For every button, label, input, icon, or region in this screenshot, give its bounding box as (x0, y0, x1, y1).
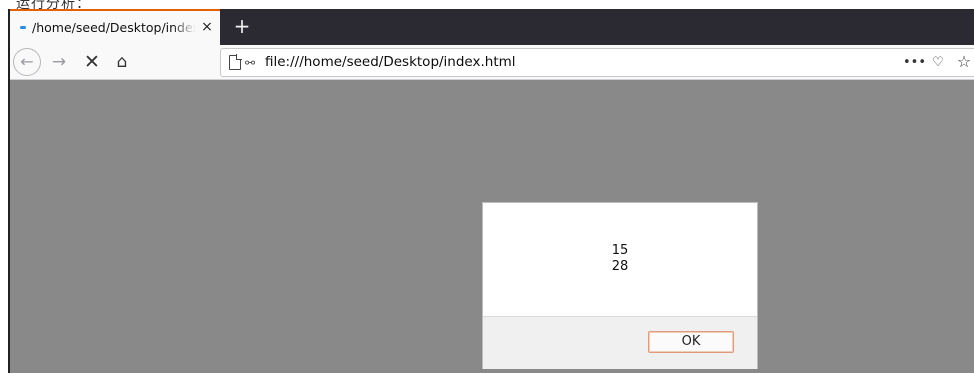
home-icon[interactable]: ⌂ (108, 49, 136, 75)
new-tab-icon[interactable]: + (230, 14, 254, 38)
back-icon[interactable]: ← (13, 48, 41, 76)
page-content: 15 28 OK (10, 80, 974, 373)
tab-bar: /home/seed/Desktop/index.html × + (10, 9, 974, 45)
loading-indicator-icon (20, 26, 26, 29)
bookmark-star-icon[interactable]: ☆ (954, 52, 974, 72)
forward-icon[interactable]: → (45, 49, 73, 75)
stop-icon[interactable]: ✕ (78, 49, 106, 75)
pocket-icon[interactable]: ♡ (929, 54, 947, 72)
page-info-icon[interactable] (229, 54, 242, 70)
page-actions-icon[interactable]: ••• (903, 54, 926, 72)
tab-close-icon[interactable]: × (199, 18, 215, 36)
alert-footer: OK (483, 317, 757, 369)
ok-button[interactable]: OK (648, 331, 734, 353)
tab-title: /home/seed/Desktop/index.html (32, 20, 196, 35)
url-text[interactable]: file:///home/seed/Desktop/index.html (265, 54, 516, 70)
alert-dialog: 15 28 OK (482, 202, 758, 369)
tab-active[interactable]: /home/seed/Desktop/index.html × (10, 9, 220, 45)
url-bar[interactable]: ⚯ file:///home/seed/Desktop/index.html •… (220, 48, 974, 77)
permissions-icon[interactable]: ⚯ (245, 55, 259, 71)
alert-message-line: 28 (611, 259, 629, 274)
alert-message: 15 28 (483, 203, 757, 317)
top-strip: 运行分析： (0, 0, 974, 9)
browser-window: /home/seed/Desktop/index.html × + ← → ✕ … (8, 9, 974, 373)
navigation-toolbar: ← → ✕ ⌂ ⚯ file:///home/seed/Desktop/inde… (10, 45, 974, 80)
alert-message-line: 15 (611, 243, 629, 258)
annotation-text: 运行分析： (16, 0, 91, 9)
